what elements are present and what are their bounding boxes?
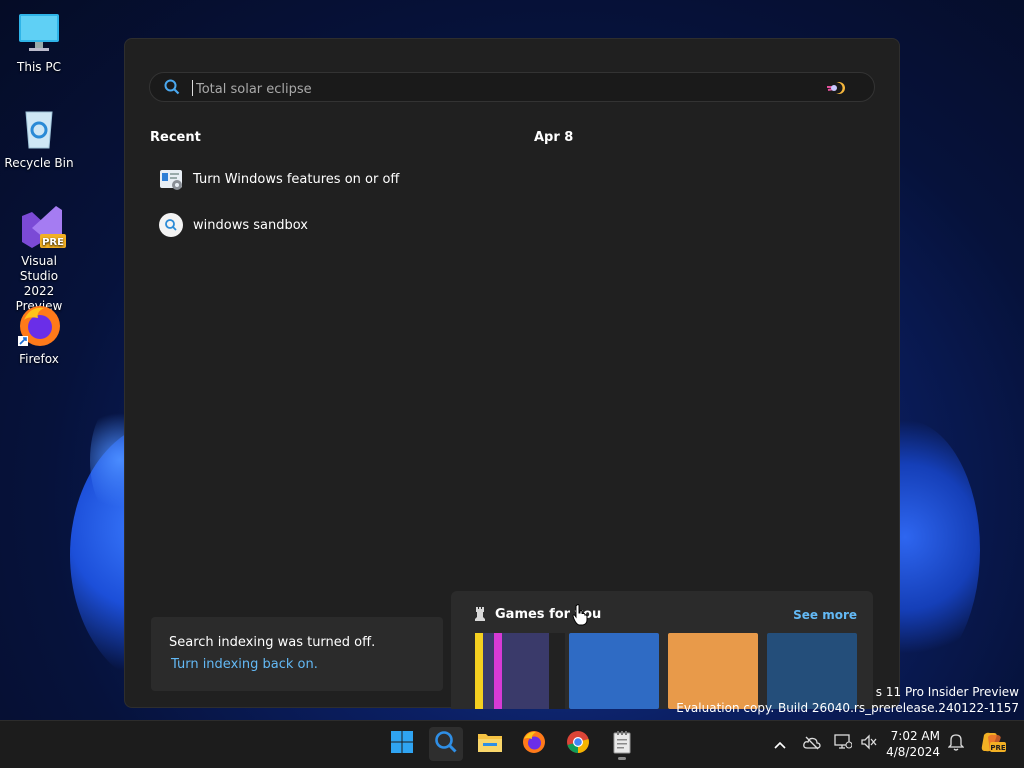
search-box[interactable] [149,72,875,102]
game-tile-stripe [494,633,502,709]
taskbar-search-button[interactable] [429,727,463,761]
watermark-build: Evaluation copy. Build 26040.rs_prerelea… [676,701,1019,715]
volume-tray-button[interactable] [860,734,878,754]
firefox-icon [16,302,62,348]
firefox-taskbar-button[interactable] [517,727,551,761]
recent-item-label: Turn Windows features on or off [193,171,400,187]
search-input[interactable] [194,77,798,101]
monitor-icon [16,10,62,56]
desktop-icon-firefox[interactable]: Firefox [2,302,76,367]
watermark-edition: s 11 Pro Insider Preview [875,685,1019,699]
recent-item-label: windows sandbox [193,217,308,233]
game-tile-1[interactable] [475,633,565,709]
chevron-up-icon [773,735,787,754]
search-history-icon [159,213,183,237]
search-highlight-eclipse-icon[interactable] [826,79,848,97]
notepad-icon [611,730,633,758]
chess-piece-icon [473,606,487,622]
clock-time: 7:02 AM [890,729,940,743]
date-heading: Apr 8 [534,130,574,145]
file-explorer-button[interactable] [473,727,507,761]
game-tile-4[interactable] [767,633,857,709]
game-tile-edge [549,633,565,709]
search-flyout: Recent Apr 8 Turn Windows features on or… [124,38,900,709]
start-button[interactable] [385,727,419,761]
indexing-notice: Search indexing was turned off. Turn ind… [151,617,443,691]
chrome-icon [566,730,590,758]
notifications-button[interactable] [947,733,965,755]
copilot-button[interactable]: PRE [980,732,1006,753]
show-hidden-icons-button[interactable] [771,735,789,753]
visual-studio-icon: PRE [16,204,66,250]
network-icon [834,734,853,754]
svg-text:PRE: PRE [42,237,64,248]
desktop-icon-this-pc[interactable]: This PC [2,10,76,75]
recent-item-windows-sandbox[interactable]: windows sandbox [159,209,499,241]
file-explorer-icon [477,731,503,757]
clock-date: 4/8/2024 [886,745,940,759]
start-icon [390,730,414,758]
notepad-taskbar-button[interactable] [605,727,639,761]
search-icon [434,730,458,758]
hand-cursor [572,604,588,626]
bell-icon [947,733,965,755]
search-icon [164,79,180,95]
desktop-icon-recycle-bin[interactable]: Recycle Bin [2,106,76,171]
svg-text:PRE: PRE [990,744,1006,752]
recent-heading: Recent [150,130,201,145]
cloud-offline-icon [803,735,821,754]
recent-item-windows-features[interactable]: Turn Windows features on or off [159,163,499,195]
chrome-taskbar-button[interactable] [561,727,595,761]
game-tile-2[interactable] [569,633,659,709]
game-tile-3[interactable] [668,633,758,709]
running-indicator [618,757,626,760]
network-tray-button[interactable] [834,734,853,754]
turn-indexing-on-link[interactable]: Turn indexing back on. [171,657,318,672]
see-more-link[interactable]: See more [793,608,857,622]
games-card: Games for you See more [451,591,873,709]
windows-features-icon [159,167,183,191]
text-caret [192,80,193,96]
recycle-bin-icon [16,106,62,152]
volume-muted-icon [860,734,878,754]
indexing-message: Search indexing was turned off. [169,635,376,650]
onedrive-tray-button[interactable] [803,735,821,753]
firefox-icon [522,730,546,758]
desktop-icon-visual-studio[interactable]: PRE Visual Studio 2022 Preview [2,204,76,314]
clock[interactable]: 7:02 AM 4/8/2024 [880,728,940,760]
taskbar: 7:02 AM 4/8/2024 PRE [0,720,1024,768]
copilot-icon: PRE [980,731,1006,757]
game-tile-stripe [475,633,483,709]
